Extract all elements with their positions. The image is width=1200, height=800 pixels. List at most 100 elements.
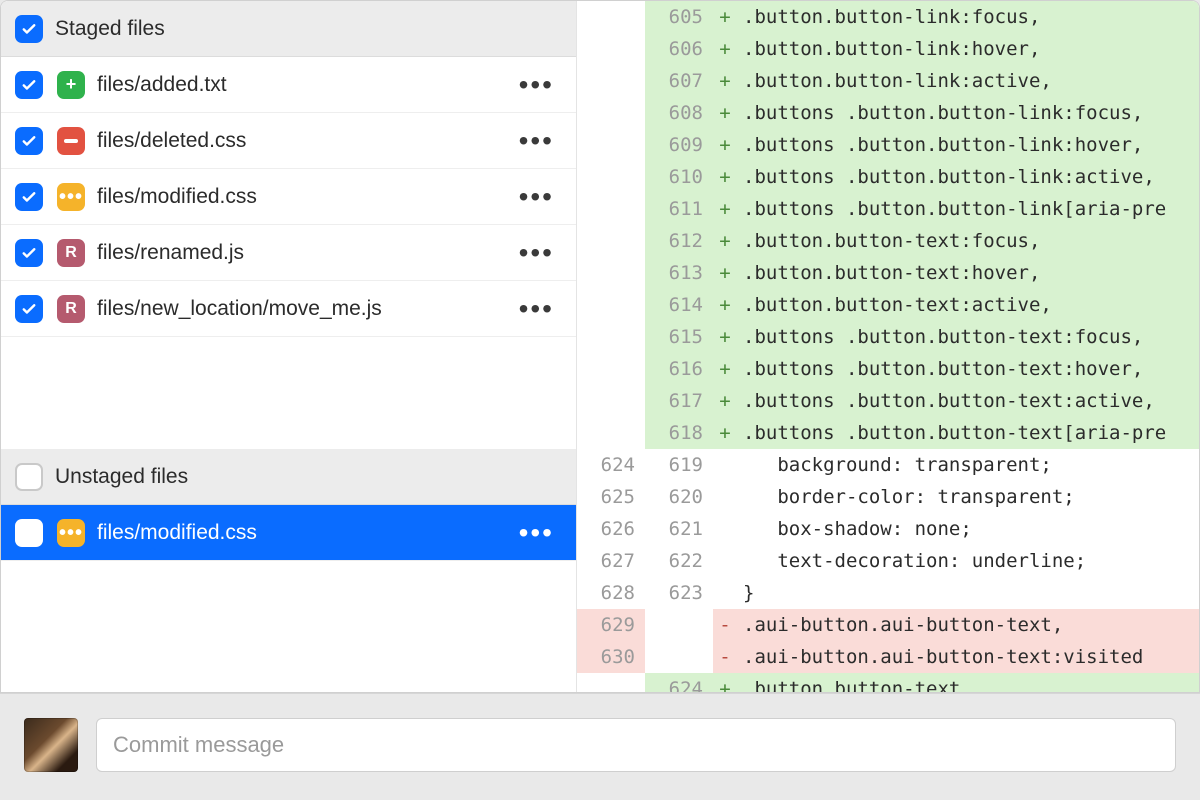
line-number-old [577, 673, 645, 692]
line-number-new: 612 [645, 225, 713, 257]
diff-line[interactable]: 615+.buttons .button.button-text:focus, [577, 321, 1199, 353]
diff-code: .buttons .button.button-link:active, [737, 161, 1199, 193]
line-number-old [577, 161, 645, 193]
diff-code: .buttons .button.button-text:active, [737, 385, 1199, 417]
diff-code: .button.button-text, [737, 673, 1199, 692]
diff-line[interactable]: 626621 box-shadow: none; [577, 513, 1199, 545]
check-icon [20, 20, 38, 38]
status-deleted-icon [57, 127, 85, 155]
line-number-new: 605 [645, 1, 713, 33]
diff-gutter: + [713, 33, 737, 65]
line-number-old [577, 321, 645, 353]
diff-code: .aui-button.aui-button-text, [737, 609, 1199, 641]
diff-gutter [713, 545, 737, 577]
line-number-new: 618 [645, 417, 713, 449]
unstaged-file-row[interactable]: ••• files/modified.css ••• [1, 505, 576, 561]
diff-line[interactable]: 630-.aui-button.aui-button-text:visited [577, 641, 1199, 673]
diff-line[interactable]: 608+.buttons .button.button-link:focus, [577, 97, 1199, 129]
diff-gutter: + [713, 417, 737, 449]
diff-line[interactable]: 609+.buttons .button.button-link:hover, [577, 129, 1199, 161]
line-number-old: 627 [577, 545, 645, 577]
staged-file-row[interactable]: + files/added.txt ••• [1, 57, 576, 113]
diff-line[interactable]: 627622 text-decoration: underline; [577, 545, 1199, 577]
diff-line[interactable]: 610+.buttons .button.button-link:active, [577, 161, 1199, 193]
staged-master-checkbox[interactable] [15, 15, 43, 43]
line-number-new [645, 609, 713, 641]
diff-viewer[interactable]: 605+.button.button-link:focus,606+.butto… [577, 1, 1199, 692]
commit-message-input[interactable] [96, 718, 1176, 772]
diff-line[interactable]: 605+.button.button-link:focus, [577, 1, 1199, 33]
file-name: files/new_location/move_me.js [97, 297, 511, 321]
diff-gutter: + [713, 1, 737, 33]
diff-line[interactable]: 617+.buttons .button.button-text:active, [577, 385, 1199, 417]
line-number-old [577, 129, 645, 161]
file-checkbox[interactable] [15, 71, 43, 99]
staged-file-row[interactable]: ••• files/modified.css ••• [1, 169, 576, 225]
unstaged-title: Unstaged files [55, 465, 188, 489]
file-more-button[interactable]: ••• [511, 127, 562, 155]
diff-code: .button.button-text:focus, [737, 225, 1199, 257]
avatar[interactable] [24, 718, 78, 772]
staged-section-header[interactable]: Staged files [1, 1, 576, 57]
diff-code: .buttons .button.button-link:hover, [737, 129, 1199, 161]
line-number-old: 625 [577, 481, 645, 513]
line-number-new: 607 [645, 65, 713, 97]
diff-line[interactable]: 607+.button.button-link:active, [577, 65, 1199, 97]
staged-file-row[interactable]: R files/renamed.js ••• [1, 225, 576, 281]
diff-code: .button.button-link:focus, [737, 1, 1199, 33]
diff-gutter: + [713, 385, 737, 417]
main-split: Staged files + files/added.txt ••• files… [0, 0, 1200, 693]
diff-gutter: + [713, 321, 737, 353]
unstaged-master-checkbox[interactable] [15, 463, 43, 491]
staged-file-row[interactable]: files/deleted.css ••• [1, 113, 576, 169]
diff-gutter: + [713, 673, 737, 692]
line-number-new: 609 [645, 129, 713, 161]
file-more-button[interactable]: ••• [511, 183, 562, 211]
line-number-new: 620 [645, 481, 713, 513]
diff-line[interactable]: 625620 border-color: transparent; [577, 481, 1199, 513]
diff-gutter [713, 449, 737, 481]
line-number-new: 610 [645, 161, 713, 193]
diff-code: .buttons .button.button-link[aria-pre [737, 193, 1199, 225]
file-more-button[interactable]: ••• [511, 295, 562, 323]
line-number-old [577, 257, 645, 289]
diff-line[interactable]: 618+.buttons .button.button-text[aria-pr… [577, 417, 1199, 449]
diff-line[interactable]: 613+.button.button-text:hover, [577, 257, 1199, 289]
file-more-button[interactable]: ••• [511, 71, 562, 99]
diff-line[interactable]: 611+.buttons .button.button-link[aria-pr… [577, 193, 1199, 225]
diff-gutter: + [713, 257, 737, 289]
diff-gutter: + [713, 289, 737, 321]
unstaged-section-header[interactable]: Unstaged files [1, 449, 576, 505]
diff-line[interactable]: 606+.button.button-link:hover, [577, 33, 1199, 65]
check-icon [20, 188, 38, 206]
line-number-old [577, 1, 645, 33]
line-number-old: 626 [577, 513, 645, 545]
file-checkbox[interactable] [15, 519, 43, 547]
status-renamed-icon: R [57, 239, 85, 267]
file-checkbox[interactable] [15, 183, 43, 211]
diff-line[interactable]: 629-.aui-button.aui-button-text, [577, 609, 1199, 641]
diff-line[interactable]: 612+.button.button-text:focus, [577, 225, 1199, 257]
file-more-button[interactable]: ••• [511, 519, 562, 547]
diff-line[interactable]: 616+.buttons .button.button-text:hover, [577, 353, 1199, 385]
line-number-new: 608 [645, 97, 713, 129]
file-checkbox[interactable] [15, 127, 43, 155]
diff-gutter: + [713, 161, 737, 193]
line-number-old [577, 353, 645, 385]
file-checkbox[interactable] [15, 295, 43, 323]
diff-gutter [713, 577, 737, 609]
diff-line[interactable]: 614+.button.button-text:active, [577, 289, 1199, 321]
diff-line[interactable]: 624+.button.button-text, [577, 673, 1199, 692]
file-checkbox[interactable] [15, 239, 43, 267]
diff-code: .button.button-link:hover, [737, 33, 1199, 65]
line-number-new: 611 [645, 193, 713, 225]
check-icon [20, 76, 38, 94]
diff-code: box-shadow: none; [737, 513, 1199, 545]
diff-line[interactable]: 624619 background: transparent; [577, 449, 1199, 481]
diff-code: .buttons .button.button-link:focus, [737, 97, 1199, 129]
line-number-old [577, 33, 645, 65]
staged-file-row[interactable]: R files/new_location/move_me.js ••• [1, 281, 576, 337]
diff-line[interactable]: 628623} [577, 577, 1199, 609]
file-more-button[interactable]: ••• [511, 239, 562, 267]
line-number-new: 616 [645, 353, 713, 385]
